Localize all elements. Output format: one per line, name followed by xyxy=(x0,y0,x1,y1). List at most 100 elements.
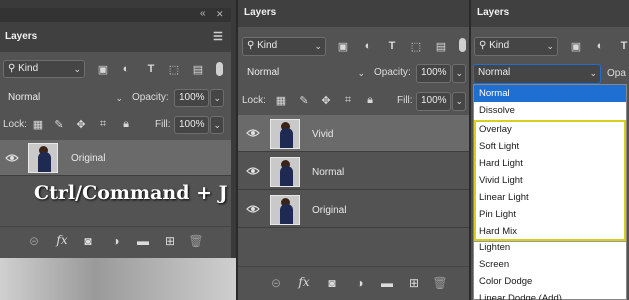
layer-row[interactable]: Original xyxy=(238,191,469,228)
menu-item[interactable]: Screen xyxy=(474,256,626,273)
fill-dropdown[interactable]: ⌄ xyxy=(452,92,466,111)
chevron-down-icon: ⌄ xyxy=(213,93,221,103)
eye-icon[interactable] xyxy=(5,153,19,163)
opacity-label-partial: Opa xyxy=(607,68,626,79)
panel1-kind-filter[interactable]: ⚲ Kind ⌄ xyxy=(3,60,85,78)
panel1-header: Layers ☰ xyxy=(0,22,231,52)
blend-value: Normal xyxy=(478,67,511,78)
link-icon[interactable]: ⊝ xyxy=(28,234,40,248)
opacity-input[interactable]: 100% xyxy=(174,89,209,107)
panel1-topbar: « ✕ xyxy=(0,8,231,22)
link-icon[interactable]: ⊝ xyxy=(270,276,282,290)
panel2-kind-filter[interactable]: ⚲ Kind ⌄ xyxy=(242,37,326,56)
lock-transparent-icon[interactable]: ▦ xyxy=(32,118,44,131)
menu-item[interactable]: Normal xyxy=(474,85,626,102)
collapse-icon[interactable]: « xyxy=(200,8,206,19)
lock-transparent-icon[interactable]: ▦ xyxy=(275,94,287,107)
panel2-layer-list: Vivid Normal Original xyxy=(238,114,469,264)
layer-row[interactable]: Normal xyxy=(238,153,469,190)
pixel-filter-icon[interactable]: ▣ xyxy=(337,40,349,53)
lock-image-icon[interactable]: ✎ xyxy=(298,94,310,107)
lock-image-icon[interactable]: ✎ xyxy=(53,118,65,131)
chevron-down-icon: ⌄ xyxy=(73,64,81,74)
panel3-kind-filter[interactable]: ⚲ Kind ⌄ xyxy=(474,37,558,56)
mask-icon[interactable]: ◙ xyxy=(82,234,94,248)
layer-thumbnail xyxy=(28,143,58,173)
opacity-input[interactable]: 100% xyxy=(416,64,451,83)
fill-dropdown[interactable]: ⌄ xyxy=(210,116,224,134)
layer-row[interactable]: Vivid xyxy=(238,115,469,152)
layer-name[interactable]: Normal xyxy=(312,167,344,178)
layer-name[interactable]: Original xyxy=(312,205,346,216)
adjustment-filter-icon[interactable]: ◐ xyxy=(362,40,374,52)
new-layer-icon[interactable]: ⊞ xyxy=(164,234,176,248)
fx-icon[interactable]: fx xyxy=(56,233,68,247)
adjustment-filter-icon[interactable]: ◐ xyxy=(594,40,606,52)
mask-icon[interactable]: ◙ xyxy=(326,276,338,290)
menu-item[interactable]: Linear Dodge (Add) xyxy=(474,290,626,300)
layer-name[interactable]: Vivid xyxy=(312,129,334,140)
close-icon[interactable]: ✕ xyxy=(216,9,224,20)
panel2-header: Layers xyxy=(238,0,469,27)
layer-row[interactable]: Original xyxy=(0,140,231,176)
panel3-header: Layers xyxy=(471,0,629,27)
smart-object-filter-icon[interactable]: ▤ xyxy=(435,40,447,53)
lock-label: Lock: xyxy=(3,119,27,130)
adjustment-icon[interactable]: ◑ xyxy=(110,234,122,248)
eye-icon[interactable] xyxy=(246,204,260,214)
fx-icon[interactable]: fx xyxy=(298,275,310,289)
new-layer-icon[interactable]: ⊞ xyxy=(408,276,420,290)
layers-panel-2: Layers ⚲ Kind ⌄ ▣ ◐ T ⬚ ▤ Normal ⌄ Opacity… xyxy=(236,0,469,300)
lock-artboard-icon[interactable]: ⌗ xyxy=(342,94,354,106)
panel1-footer: ⊝ fx ◙ ◑ ▬ ⊞ 🗑︎ xyxy=(0,226,231,254)
shape-filter-icon[interactable]: ⬚ xyxy=(410,40,422,53)
type-filter-icon[interactable]: T xyxy=(618,40,629,52)
search-icon: ⚲ xyxy=(479,40,490,51)
fill-input[interactable]: 100% xyxy=(416,92,451,111)
filter-toggle[interactable] xyxy=(216,62,223,76)
adjustment-filter-icon[interactable]: ◐ xyxy=(120,63,132,75)
lock-all-icon[interactable]: 🔒︎ xyxy=(120,118,132,130)
trash-icon[interactable]: 🗑︎ xyxy=(188,234,203,248)
kind-value: Kind xyxy=(489,40,510,51)
shortcut-overlay-text: Ctrl/Command + J xyxy=(34,182,228,204)
menu-item[interactable]: Lighten xyxy=(474,239,626,256)
fill-input[interactable]: 100% xyxy=(174,116,209,134)
filter-toggle[interactable] xyxy=(459,38,466,52)
blend-value: Normal xyxy=(8,92,41,103)
opacity-dropdown[interactable]: ⌄ xyxy=(452,64,466,83)
pixel-filter-icon[interactable]: ▣ xyxy=(97,63,109,76)
layer-name[interactable]: Original xyxy=(71,153,105,164)
lock-all-icon[interactable]: 🔒︎ xyxy=(364,94,376,106)
menu-item[interactable]: Color Dodge xyxy=(474,273,626,290)
layer-thumbnail xyxy=(270,195,300,225)
type-filter-icon[interactable]: T xyxy=(386,40,398,52)
smart-object-filter-icon[interactable]: ▤ xyxy=(192,63,204,76)
panel2-title[interactable]: Layers xyxy=(244,7,276,18)
trash-icon[interactable]: 🗑︎ xyxy=(432,276,447,290)
panel1-blend-mode-select[interactable]: Normal ⌄ xyxy=(3,89,127,107)
folder-icon[interactable]: ▬ xyxy=(137,234,149,248)
adjustment-icon[interactable]: ◑ xyxy=(354,276,366,290)
lock-artboard-icon[interactable]: ⌗ xyxy=(97,118,109,130)
lock-position-icon[interactable]: ✥ xyxy=(320,94,332,107)
shape-filter-icon[interactable]: ⬚ xyxy=(168,63,180,76)
kind-value: Kind xyxy=(257,40,278,51)
opacity-dropdown[interactable]: ⌄ xyxy=(210,89,224,107)
panel2-blend-mode-select[interactable]: Normal ⌄ xyxy=(242,64,369,83)
panel1-title[interactable]: Layers xyxy=(5,31,37,42)
menu-item[interactable]: Dissolve xyxy=(474,102,626,119)
lock-position-icon[interactable]: ✥ xyxy=(75,118,87,131)
pixel-filter-icon[interactable]: ▣ xyxy=(570,40,582,53)
contrast-group-highlight xyxy=(474,120,626,241)
eye-icon[interactable] xyxy=(246,128,260,138)
layer-thumbnail xyxy=(270,157,300,187)
panel1-menu-icon[interactable]: ☰ xyxy=(213,30,223,43)
folder-icon[interactable]: ▬ xyxy=(381,276,393,290)
panel3-title[interactable]: Layers xyxy=(477,7,509,18)
type-filter-icon[interactable]: T xyxy=(145,63,157,75)
eye-icon[interactable] xyxy=(246,166,260,176)
fill-label: Fill: xyxy=(397,95,413,106)
panel1-layer-list: Original Ctrl/Command + J xyxy=(0,136,231,226)
panel3-blend-mode-select[interactable]: Normal ⌄ xyxy=(473,64,601,84)
